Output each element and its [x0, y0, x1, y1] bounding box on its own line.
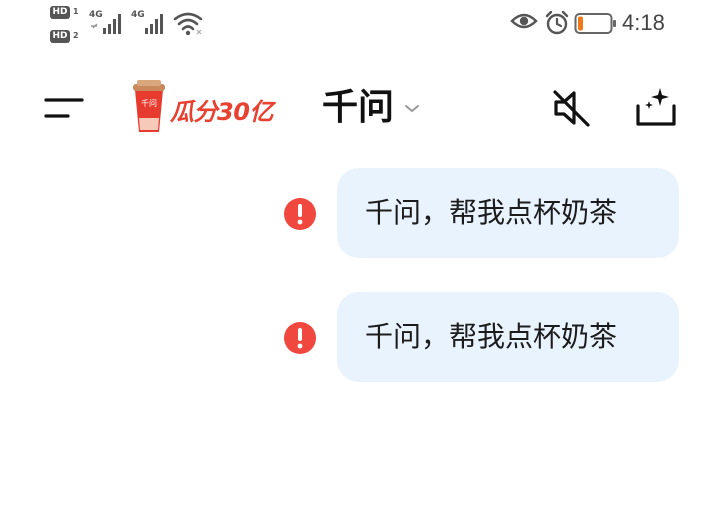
eye-icon: [510, 13, 538, 29]
mute-icon: [553, 90, 590, 127]
status-bar: HD 1 HD 2 4G 4G 4:18: [0, 0, 720, 50]
message-row: 千问，帮我点杯奶茶: [0, 284, 720, 382]
sim2-hd-label: HD: [50, 30, 70, 43]
new-chat-icon: [636, 88, 676, 126]
send-failed-icon[interactable]: [283, 321, 317, 355]
status-time: 4:18: [622, 10, 665, 35]
status-right-group: 4:18: [510, 8, 680, 40]
menu-icon: [44, 98, 84, 118]
signal-sim1: 4G: [89, 10, 129, 38]
message-text: 千问，帮我点杯奶茶: [365, 320, 618, 353]
sim1-number: 1: [73, 7, 79, 16]
wifi-icon: [173, 12, 203, 36]
sim2-hd-badge: HD 2: [50, 30, 82, 44]
menu-button[interactable]: [40, 88, 88, 128]
battery-level-fill: [578, 16, 583, 31]
chat-area: 千问，帮我点杯奶茶 千问，帮我点杯奶茶: [0, 160, 720, 510]
chevron-down-icon: [405, 105, 419, 113]
message-row: 千问，帮我点杯奶茶: [0, 160, 720, 258]
app-header: 千问 瓜分30亿 千问: [0, 70, 720, 150]
signal-bars-icon: [145, 14, 163, 34]
promo-banner[interactable]: 千问 瓜分30亿: [132, 78, 282, 138]
user-message-bubble[interactable]: 千问，帮我点杯奶茶: [337, 168, 679, 258]
send-failed-icon[interactable]: [283, 197, 317, 231]
promo-text: 瓜分30亿: [170, 98, 273, 126]
sim2-number: 2: [73, 31, 79, 40]
signal-bars-icon: [91, 14, 121, 34]
mute-button[interactable]: [546, 86, 594, 130]
message-text: 千问，帮我点杯奶茶: [365, 196, 618, 229]
battery-icon: [574, 13, 616, 34]
alarm-icon: [545, 10, 569, 35]
cup-label: 千问: [141, 98, 157, 108]
milk-tea-cup-icon: 千问: [133, 80, 165, 132]
sim-indicators: HD 1 HD 2: [50, 6, 84, 46]
sim1-hd-label: HD: [50, 6, 70, 19]
app-title: 千问: [322, 87, 395, 128]
signal-sim2: 4G: [131, 10, 171, 38]
user-message-bubble[interactable]: 千问，帮我点杯奶茶: [337, 292, 679, 382]
new-chat-button[interactable]: [630, 84, 682, 132]
sim1-hd-badge: HD 1: [50, 6, 82, 20]
